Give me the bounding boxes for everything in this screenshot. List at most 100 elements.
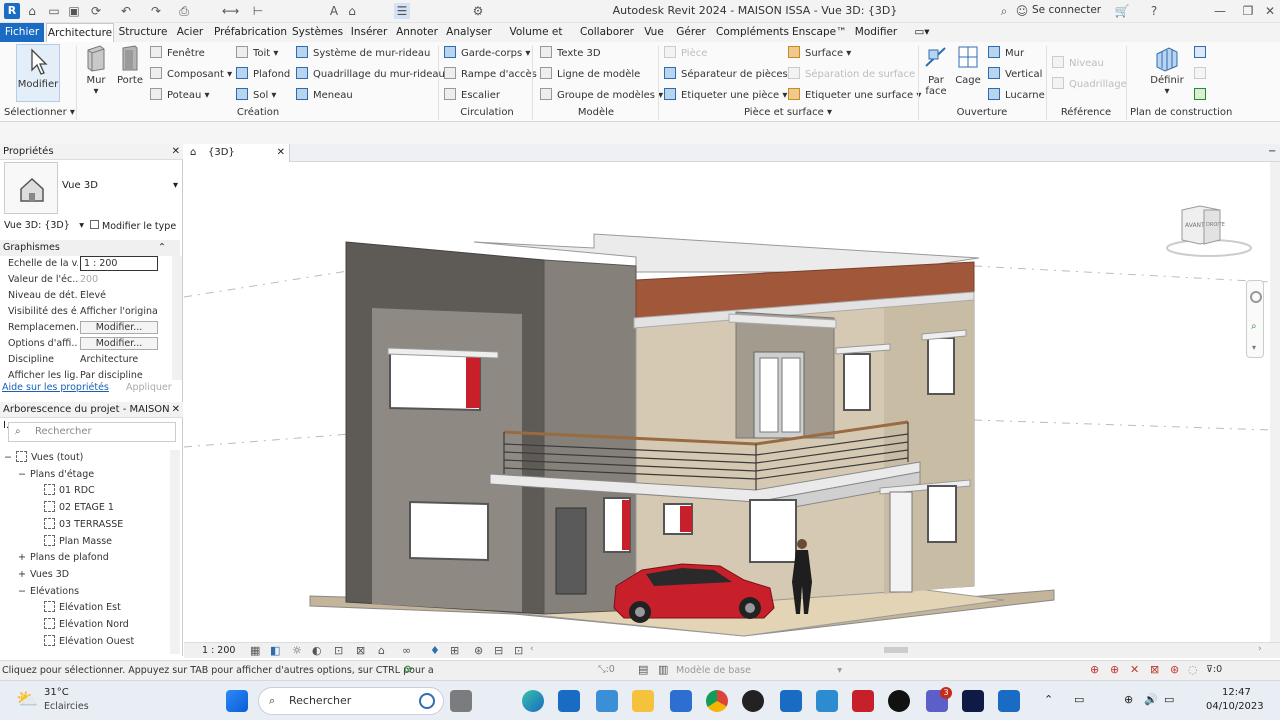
sol-button[interactable]: Sol ▾ — [236, 88, 276, 104]
main-model-select[interactable]: Modèle de base ▾ — [676, 665, 844, 676]
search-icon[interactable]: ⌕ — [996, 3, 1012, 19]
photos-icon[interactable] — [816, 690, 838, 712]
todo-icon[interactable] — [670, 690, 692, 712]
tab-volume-site[interactable]: Volume et site — [500, 23, 572, 56]
tab-gerer[interactable]: Gérer — [674, 23, 708, 42]
minimize-icon[interactable]: — — [1212, 3, 1228, 19]
tray-battery-icon[interactable]: ▭ — [1164, 693, 1174, 706]
maximize-icon[interactable]: ❐ — [1240, 3, 1256, 19]
design-options-icon[interactable]: ▤ — [638, 663, 648, 676]
tree-item[interactable]: 02 ETAGE 1 — [32, 500, 114, 516]
tag-icon[interactable]: ⊢ — [250, 3, 266, 19]
design-option-icon[interactable]: ▥ — [658, 663, 668, 676]
horizontal-scrollbar[interactable] — [884, 647, 908, 653]
hide-isolate-icon[interactable]: ∞ — [402, 644, 411, 657]
viewcube-right-label[interactable]: DROITE — [1206, 222, 1225, 228]
browser-scrollbar[interactable] — [170, 450, 180, 654]
tree-item[interactable]: + Plans de plafond — [18, 550, 109, 566]
viewcube-front-label[interactable]: AVANT — [1185, 222, 1205, 229]
poteau-button[interactable]: Poteau ▾ — [150, 88, 210, 104]
separateur-pieces-button[interactable]: Séparateur de pièces — [664, 67, 788, 83]
file-explorer-icon[interactable] — [632, 690, 654, 712]
lucarne-button[interactable]: Lucarne — [988, 88, 1045, 104]
etiqueter-surface-button[interactable]: Etiqueter une surface ▾ — [788, 88, 921, 104]
cage-button[interactable]: Cage — [954, 44, 982, 102]
instance-filter[interactable]: Vue 3D: {3D} ▾ — [4, 220, 86, 231]
fenetre-button[interactable]: Fenêtre — [150, 46, 205, 62]
toit-button[interactable]: Toit ▾ — [236, 46, 278, 62]
tree-item[interactable]: Elévation Est — [32, 600, 121, 616]
3d-view-icon[interactable]: ⌂ — [344, 3, 360, 19]
tab-analyser[interactable]: Analyser — [446, 23, 492, 42]
definir-button[interactable]: Définir ▾ — [1148, 44, 1186, 102]
disney-plus-icon[interactable] — [962, 690, 984, 712]
select-face-icon[interactable]: ⊠ — [1150, 663, 1159, 676]
reveal-hidden-icon[interactable]: ♦ — [430, 644, 440, 657]
cart-icon[interactable]: 🛒 — [1114, 3, 1130, 19]
tray-wifi-icon[interactable]: ⊕ — [1124, 693, 1133, 706]
porte-button[interactable]: Porte — [114, 44, 146, 102]
mur-ouverture-button[interactable]: Mur — [988, 46, 1024, 62]
ref-plane-icon[interactable] — [1194, 67, 1206, 79]
print-icon[interactable]: ⎙ — [176, 3, 192, 19]
group-selectionner[interactable]: Sélectionner ▾ — [4, 107, 75, 118]
scale-control[interactable]: 1 : 200 — [202, 645, 235, 656]
sun-path-icon[interactable]: ☼ — [292, 644, 302, 657]
property-input[interactable]: 1 : 200 — [80, 256, 158, 271]
analytical-icon[interactable]: ⊛ — [474, 644, 483, 657]
tab-collaborer[interactable]: Collaborer — [580, 23, 634, 42]
nav-menu-icon[interactable]: ▾ — [1252, 343, 1256, 352]
rampe-button[interactable]: Rampe d'accès — [444, 67, 537, 83]
house-3d-model[interactable] — [184, 162, 1270, 642]
tree-item[interactable]: 01 RDC — [32, 483, 95, 499]
close-icon[interactable]: ✕ — [1262, 3, 1278, 19]
tab-fichier[interactable]: Fichier — [0, 23, 44, 42]
tray-volume-icon[interactable]: 🔊 — [1144, 693, 1158, 706]
media-player-icon[interactable] — [742, 690, 764, 712]
tree-item[interactable]: Plan Masse — [32, 534, 112, 550]
plafond-button[interactable]: Plafond — [236, 67, 290, 83]
user-icon[interactable]: ☺ — [1014, 3, 1030, 19]
filter-control[interactable]: ⊽:0 — [1206, 664, 1222, 675]
lock-view-icon[interactable]: ⌂ — [378, 644, 385, 657]
weather-icon[interactable]: ⛅ — [16, 689, 38, 710]
tree-item[interactable]: Elévation Nord — [32, 617, 129, 633]
tab-close-icon[interactable]: ✕ — [277, 144, 285, 162]
tab-inserer[interactable]: Insérer — [350, 23, 388, 42]
open-icon[interactable]: ▭ — [46, 3, 62, 19]
zoom-icon[interactable]: ⌕ — [1251, 321, 1257, 332]
crop-region-icon[interactable]: ⊠ — [356, 644, 365, 657]
property-edit-button[interactable]: Modifier... — [80, 337, 158, 350]
ligne-modele-button[interactable]: Ligne de modèle — [540, 67, 640, 83]
tab-overflow-icon[interactable]: ▭▾ — [906, 23, 938, 42]
tree-item[interactable]: 03 TERRASSE — [32, 517, 123, 533]
reveal-constraints-icon[interactable]: ⊡ — [514, 644, 523, 657]
piece-button[interactable]: Pièce — [664, 46, 707, 62]
browser-search-input[interactable]: ⌕ Rechercher — [8, 422, 176, 442]
separation-surface-button[interactable]: Séparation de surface — [788, 67, 915, 83]
view-tab-3d[interactable]: ⌂ {3D} ✕ — [184, 144, 290, 162]
save-icon[interactable]: ▣ — [66, 3, 82, 19]
autocad-icon[interactable] — [852, 690, 874, 712]
drag-elements-icon[interactable]: ⊛ — [1170, 663, 1179, 676]
show-plane-icon[interactable] — [1194, 46, 1206, 58]
tray-chevron-icon[interactable]: ⌃ — [1044, 693, 1053, 706]
expand-icon[interactable]: + — [18, 550, 30, 566]
highlight-icon[interactable]: ⊟ — [494, 644, 503, 657]
switch-windows-icon[interactable]: ☰ — [394, 3, 410, 19]
group-piece-surface[interactable]: Pièce et surface ▾ — [740, 107, 836, 118]
tiktok-icon[interactable] — [888, 690, 910, 712]
select-links-icon[interactable]: ⊕ — [1090, 663, 1099, 676]
groupe-modeles-button[interactable]: Groupe de modèles ▾ — [540, 88, 663, 104]
tab-enscape[interactable]: Enscape™ — [792, 23, 847, 42]
store-icon[interactable] — [558, 690, 580, 712]
quadrillage-button[interactable]: Quadrillage — [1052, 77, 1127, 93]
worksharing-icon[interactable]: ⟳ — [404, 663, 413, 676]
hscroll-right-icon[interactable]: › — [1258, 644, 1262, 654]
tab-acier[interactable]: Acier — [174, 23, 206, 42]
temp-props-icon[interactable]: ⊞ — [450, 644, 459, 657]
tree-item[interactable]: + Vues 3D — [18, 567, 69, 583]
sync-icon[interactable]: ⟳ — [88, 3, 104, 19]
texte-3d-button[interactable]: Texte 3D — [540, 46, 601, 62]
chrome-icon[interactable] — [706, 690, 728, 712]
